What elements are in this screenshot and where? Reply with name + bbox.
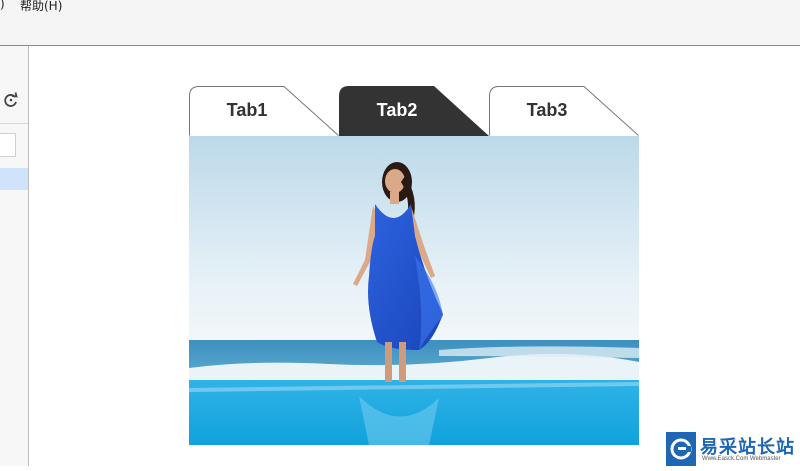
tab-2[interactable]: Tab2 xyxy=(339,86,489,136)
sidebar-selected-item[interactable] xyxy=(0,168,28,190)
menu-item-partial[interactable]: ) xyxy=(0,0,5,11)
menu-bar: ) 帮助(H) xyxy=(0,0,800,46)
tab-2-label: Tab2 xyxy=(376,100,418,120)
tab-1-label: Tab1 xyxy=(226,100,268,120)
tab-content-photo xyxy=(189,136,639,445)
tab-3-label: Tab3 xyxy=(526,100,568,120)
sidebar-divider xyxy=(0,123,28,124)
left-sidebar xyxy=(0,46,29,466)
beach-photo xyxy=(189,136,639,445)
watermark-subtitle: Www.Easck.Com Webmaster xyxy=(702,456,781,462)
tab-3[interactable]: Tab3 xyxy=(489,86,639,136)
sidebar-search-input[interactable] xyxy=(0,133,16,157)
menu-item-help[interactable]: 帮助(H) xyxy=(20,0,62,14)
site-watermark: 易采站长站 Www.Easck.Com Webmaster xyxy=(666,432,800,466)
tab-1[interactable]: Tab1 xyxy=(189,86,339,136)
refresh-icon[interactable] xyxy=(2,91,20,109)
tab-strip: Tab1 Tab2 Tab3 xyxy=(189,86,639,136)
watermark-logo-icon xyxy=(666,432,696,466)
